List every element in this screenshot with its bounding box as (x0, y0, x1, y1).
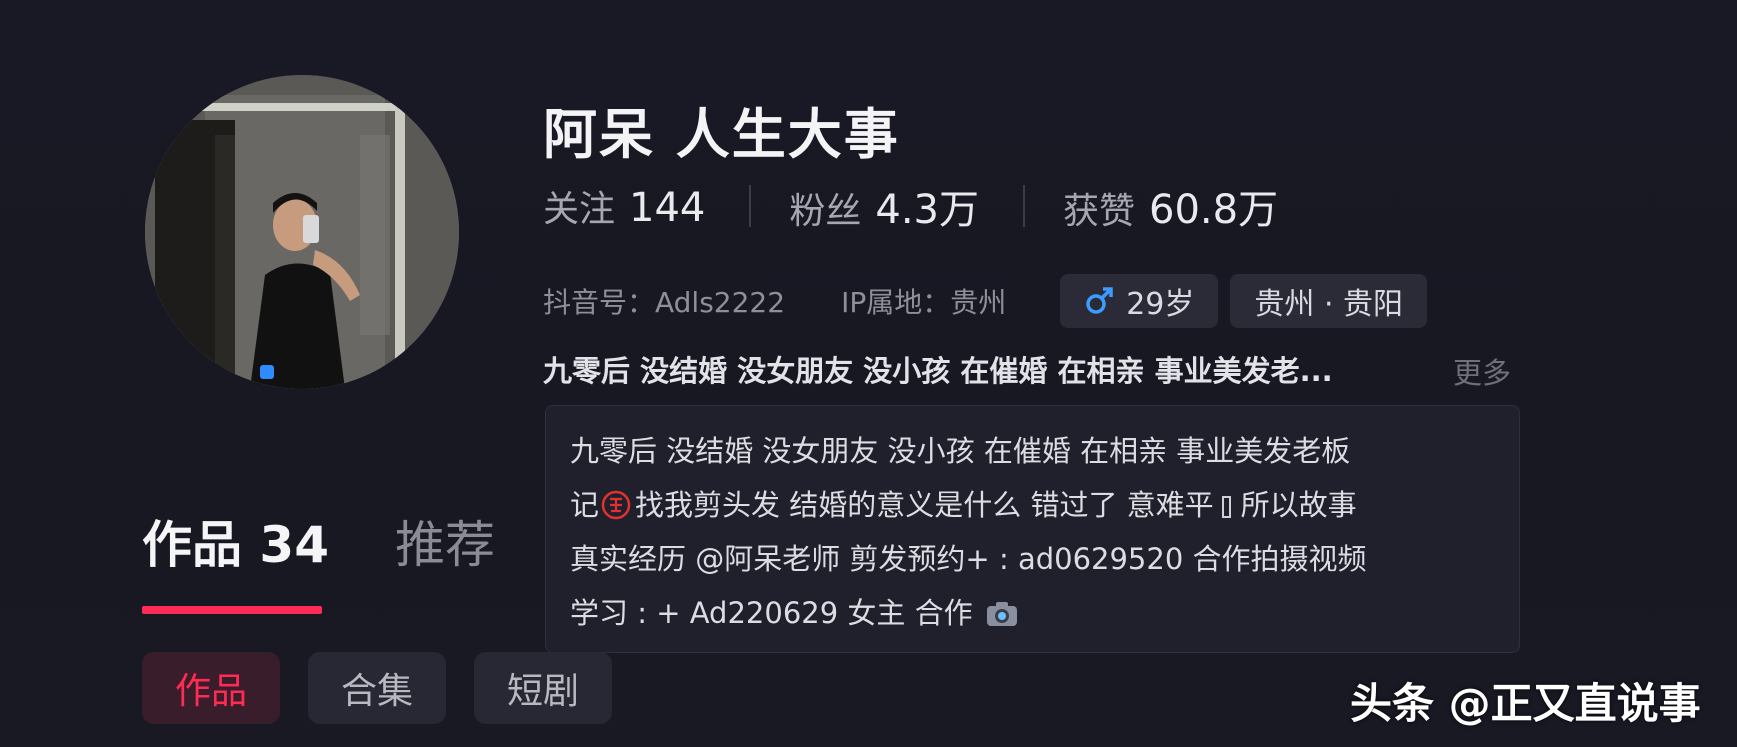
content-tabs: 作品 34 推荐 (142, 505, 495, 577)
profile-name: 阿呆 人生大事 (543, 103, 900, 166)
fans-label: 粉丝 (789, 191, 862, 232)
likes-label: 获赞 (1063, 191, 1136, 232)
likes-stat: 获赞 60.8万 (1063, 177, 1278, 235)
meta-row: 抖音号：Adls2222 IP属地：贵州 29岁 贵州 · 贵阳 (543, 273, 1428, 329)
missing-glyph-icon (1221, 496, 1231, 518)
age-chip: 29岁 (1060, 274, 1219, 328)
stats-row: 关注 144 粉丝 4.3万 获赞 60.8万 (543, 177, 1278, 235)
profile-page: 阿呆 人生大事 关注 144 粉丝 4.3万 获赞 60.8万 抖音号：Adls… (0, 0, 1737, 747)
douyin-id[interactable]: 抖音号：Adls2222 (543, 281, 785, 321)
active-tab-indicator (142, 606, 322, 614)
fans-stat[interactable]: 粉丝 4.3万 (789, 177, 979, 235)
subtab-collections[interactable]: 合集 (308, 652, 447, 724)
camera-icon (986, 602, 1017, 626)
bio-preview: 九零后 没结婚 没女朋友 没小孩 在催婚 在相亲 事业美发老... (543, 354, 1333, 388)
bio-line-4: 学习 : + Ad220629 女主 合作 (570, 586, 1495, 640)
tab-recommend[interactable]: 推荐 (395, 505, 495, 577)
bio-line-4-text: 学习 : + Ad220629 女主 合作 (570, 596, 973, 630)
subtab-short-drama[interactable]: 短剧 (474, 652, 613, 724)
location-chip: 贵州 · 贵阳 (1230, 274, 1428, 328)
age-text: 29岁 (1126, 287, 1195, 322)
sub-tabs: 作品 合集 短剧 (142, 652, 640, 724)
avatar[interactable] (145, 75, 459, 389)
bio-line-3: 真实经历 @阿呆老师 剪发预约+ : ad0629520 合作拍摄视频 (570, 542, 1367, 576)
bio-expanded-popup: 九零后 没结婚 没女朋友 没小孩 在催婚 在相亲 事业美发老板 记 找我剪头发 … (545, 405, 1520, 653)
following-label: 关注 (543, 189, 616, 230)
divider (749, 185, 752, 227)
following-stat[interactable]: 关注 144 (543, 180, 705, 232)
more-button[interactable]: 更多 (1453, 350, 1511, 392)
male-symbol-icon (1086, 287, 1113, 314)
bio-line-2-middle: 找我剪头发 结婚的意义是什么 错过了 意难平 (635, 488, 1214, 522)
location-text: 贵州 · 贵阳 (1254, 287, 1404, 322)
likes-value: 60.8万 (1149, 187, 1279, 233)
bio-line-2: 记 找我剪头发 结婚的意义是什么 错过了 意难平 所以故事 (570, 478, 1495, 532)
bio-line-2-end: 所以故事 (1240, 488, 1357, 522)
bio-line-1: 九零后 没结婚 没女朋友 没小孩 在催婚 在相亲 事业美发老板 (570, 434, 1351, 468)
tab-works[interactable]: 作品 34 (142, 505, 329, 577)
fans-value: 4.3万 (875, 187, 980, 233)
avatar-photo (145, 75, 459, 389)
following-value: 144 (629, 185, 706, 231)
ip-location: IP属地：贵州 (841, 286, 1007, 319)
subtab-works[interactable]: 作品 (142, 652, 281, 724)
bio-line-2-start: 记 (570, 488, 600, 522)
watermark: 头条 @正又直说事 (1350, 679, 1701, 728)
red-seal-icon (601, 490, 631, 520)
divider (1023, 185, 1026, 227)
